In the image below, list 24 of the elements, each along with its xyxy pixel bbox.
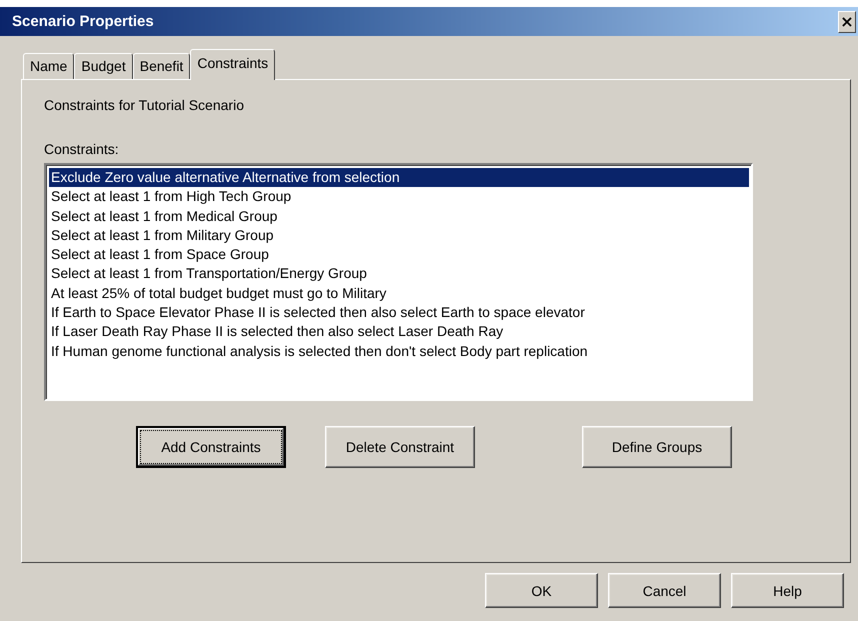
list-label: Constraints:: [44, 141, 120, 157]
window-title: Scenario Properties: [12, 13, 154, 30]
list-item[interactable]: Select at least 1 from High Tech Group: [49, 187, 749, 207]
cancel-button[interactable]: Cancel: [608, 573, 721, 608]
list-item[interactable]: Select at least 1 from Military Group: [49, 226, 749, 246]
add-constraints-button[interactable]: Add Constraints: [136, 426, 286, 468]
list-item[interactable]: Select at least 1 from Space Group: [49, 245, 749, 264]
panel-heading: Constraints for Tutorial Scenario: [44, 97, 245, 113]
list-item[interactable]: Exclude Zero value alternative Alternative from selection: [49, 168, 749, 188]
list-item[interactable]: Select at least 1 from Transportation/Energy Group: [49, 264, 749, 284]
tab[interactable]: Benefit: [132, 53, 190, 79]
list-item[interactable]: If Laser Death Ray Phase II is selected then also select Laser Death Ray: [49, 322, 749, 342]
close-button[interactable]: ×: [838, 10, 856, 32]
tab[interactable]: Budget: [74, 53, 133, 79]
list-item[interactable]: Select at least 1 from Medical Group: [49, 206, 749, 226]
tab[interactable]: Name: [23, 53, 74, 79]
ok-button[interactable]: OK: [485, 573, 598, 608]
define-groups-button[interactable]: Define Groups: [582, 426, 732, 468]
help-button[interactable]: Help: [731, 573, 844, 608]
list-item[interactable]: If Earth to Space Elevator Phase II is selected then also select Earth to space elevator: [49, 303, 749, 322]
delete-constraint-button[interactable]: Delete Constraint: [325, 426, 475, 468]
list-item[interactable]: At least 25% of total budget budget must go to Military: [49, 284, 749, 304]
list-item[interactable]: If Human genome functional analysis is selected then don't select Body part replication: [49, 342, 749, 361]
tab[interactable]: Constraints: [190, 49, 276, 80]
